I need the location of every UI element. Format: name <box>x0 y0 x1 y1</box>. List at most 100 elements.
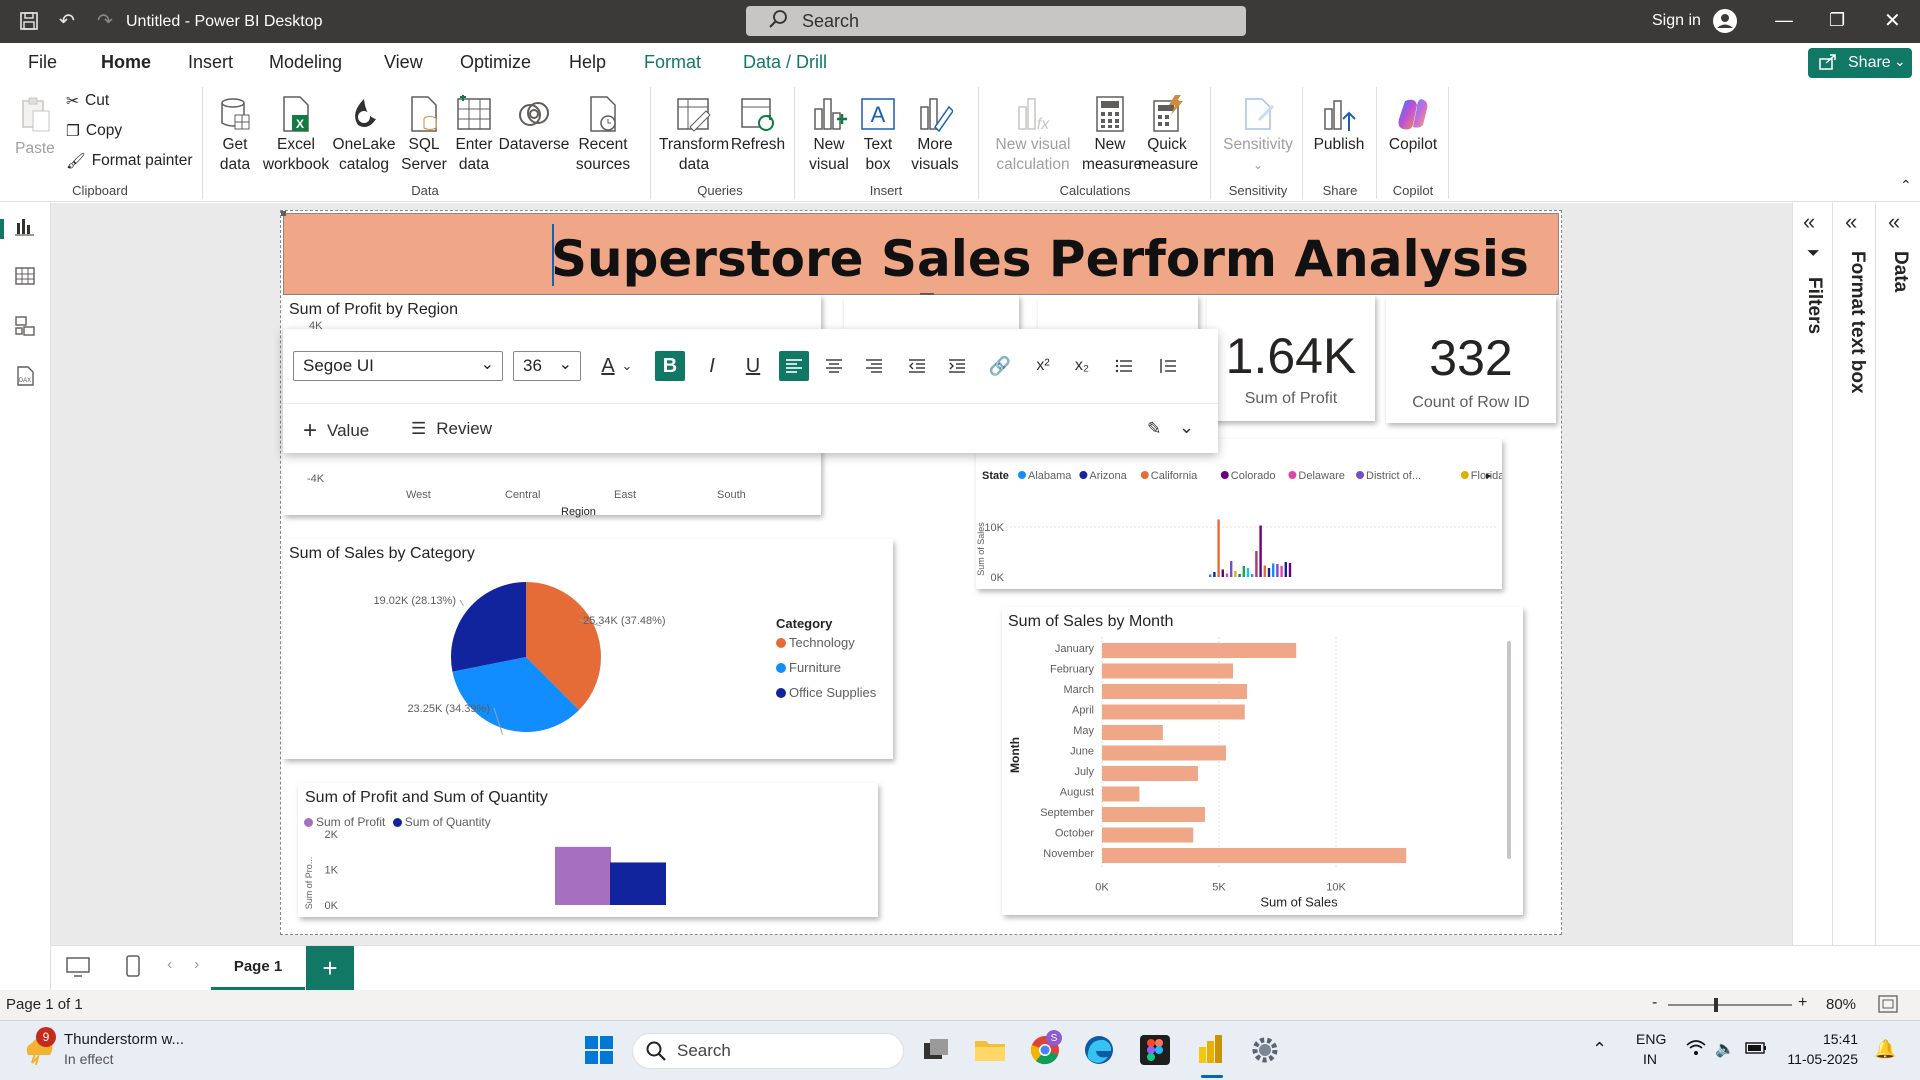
bullet-list-button[interactable] <box>1109 351 1139 381</box>
legend-item[interactable]: Furniture <box>776 660 841 675</box>
weather-title[interactable]: Thunderstorm w... <box>64 1031 184 1048</box>
enter-data-button[interactable]: Enter data <box>450 95 498 175</box>
dataverse-button[interactable]: Dataverse <box>498 95 570 155</box>
format-pane-label[interactable]: Format text box <box>1846 251 1868 394</box>
language-indicator[interactable]: ENG <box>1636 1031 1666 1047</box>
show-hidden-icons[interactable]: ⌃ <box>1592 1039 1607 1060</box>
onelake-catalog-button[interactable]: OneLake catalog <box>330 95 398 175</box>
scrollbar[interactable] <box>1507 641 1511 859</box>
legend-item[interactable]: Office Supplies <box>776 685 876 700</box>
report-title[interactable]: Superstore Sales Perform Analysis <box>551 230 1529 288</box>
page-tab[interactable]: Page 1 <box>211 946 305 990</box>
bold-button[interactable]: B <box>655 351 685 381</box>
align-center-button[interactable] <box>819 351 849 381</box>
close-button[interactable]: ✕ <box>1884 8 1901 33</box>
tab-insert[interactable]: Insert <box>188 52 233 73</box>
profit-and-quantity-visual[interactable]: Sum of Profit and Sum of Quantity Sum of… <box>298 783 878 917</box>
notifications-icon[interactable]: 🔔 <box>1874 1039 1896 1060</box>
settings-icon[interactable] <box>1250 1035 1280 1070</box>
search-input[interactable]: Search <box>746 6 1246 36</box>
chevron-down-icon[interactable]: ⌄ <box>1179 417 1194 438</box>
spellcheck-icon[interactable]: ✎ <box>1147 419 1161 439</box>
tab-help[interactable]: Help <box>569 52 606 73</box>
sales-by-month-visual[interactable]: Sum of Sales by Month 0K 5K 10K January Febr… <box>1002 607 1523 915</box>
restore-button[interactable]: ❐ <box>1829 10 1845 31</box>
file-explorer-icon[interactable] <box>974 1037 1006 1068</box>
resize-handle[interactable] <box>281 211 286 216</box>
account-icon[interactable] <box>1712 8 1738 39</box>
expand-data-icon[interactable]: « <box>1888 209 1900 235</box>
tab-format[interactable]: Format <box>644 52 701 73</box>
align-right-button[interactable] <box>859 351 889 381</box>
minimize-button[interactable]: — <box>1775 10 1793 31</box>
paste-button[interactable]: Paste <box>14 95 56 159</box>
add-value-button[interactable]: + Value <box>303 417 369 445</box>
filters-pane-label[interactable]: Filters <box>1803 277 1825 334</box>
wifi-icon[interactable] <box>1686 1040 1706 1061</box>
sales-by-state-visual[interactable]: State Alabama Arizona California Colorado Del… <box>976 439 1505 589</box>
format-painter-button[interactable]: 🖌 Format painter <box>66 152 192 171</box>
clock-time[interactable]: 15:41 <box>1796 1031 1858 1047</box>
profit-kpi-card[interactable]: 1.64K Sum of Profit <box>1207 295 1375 421</box>
next-page-icon[interactable]: › <box>194 956 199 974</box>
model-view-icon[interactable] <box>14 315 36 342</box>
zoom-slider[interactable] <box>1668 1004 1792 1006</box>
copy-button[interactable]: ❐ Copy <box>66 122 122 141</box>
link-icon[interactable]: 🔗 <box>985 351 1015 381</box>
sql-server-button[interactable]: SQL Server <box>398 95 450 175</box>
desktop-layout-icon[interactable] <box>65 956 91 983</box>
subscript-button[interactable]: x₂ <box>1067 351 1097 381</box>
tab-home[interactable]: Home <box>101 52 151 73</box>
expand-filters-icon[interactable]: « <box>1803 209 1815 235</box>
tab-view[interactable]: View <box>384 52 423 73</box>
recent-sources-button[interactable]: Recent sources <box>570 95 636 175</box>
expand-format-icon[interactable]: « <box>1845 209 1857 235</box>
report-title-textbox[interactable]: Superstore Sales Perform Analysis <box>281 211 1559 296</box>
cut-button[interactable]: ✂ Cut <box>66 92 109 111</box>
text-box-button[interactable]: A Text box <box>856 95 900 175</box>
italic-button[interactable]: I <box>697 351 727 381</box>
refresh-button[interactable]: Refresh <box>730 95 786 155</box>
decrease-indent-button[interactable] <box>902 351 932 381</box>
underline-button[interactable]: U <box>738 351 768 381</box>
sign-in-link[interactable]: Sign in <box>1652 12 1701 30</box>
align-left-button[interactable] <box>779 351 809 381</box>
table-view-icon[interactable] <box>14 265 36 292</box>
more-visuals-button[interactable]: More visuals <box>902 95 968 175</box>
share-button[interactable]: Share ⌄ <box>1808 48 1912 78</box>
sensitivity-button[interactable]: Sensitivity ⌄ <box>1218 95 1298 175</box>
power-bi-taskbar-icon[interactable] <box>1196 1033 1226 1070</box>
font-family-select[interactable]: Segoe UI ⌄ <box>293 351 503 381</box>
report-view-icon[interactable] <box>14 215 36 242</box>
edge-icon[interactable] <box>1084 1035 1114 1070</box>
transform-data-button[interactable]: Transform data <box>656 95 732 175</box>
data-pane-label[interactable]: Data <box>1889 251 1911 292</box>
dax-query-view-icon[interactable]: DAX <box>14 365 36 392</box>
collapse-ribbon-icon[interactable]: ⌃ <box>1900 177 1912 194</box>
fit-to-page-icon[interactable] <box>1878 995 1898 1017</box>
sales-by-category-visual[interactable]: Sum of Sales by Category 25.34K (37.48%)… <box>283 539 893 759</box>
tab-modeling[interactable]: Modeling <box>269 52 342 73</box>
new-visual-calculation-button[interactable]: fx New visual calculation <box>984 95 1082 175</box>
redo-icon[interactable]: ↷ <box>92 8 118 34</box>
quick-measure-button[interactable]: Quick measure <box>1138 95 1198 175</box>
numbered-list-button[interactable] <box>1153 351 1183 381</box>
get-data-button[interactable]: Get data <box>208 95 262 175</box>
chevron-down-icon[interactable]: ⌄ <box>619 351 635 381</box>
review-button[interactable]: ☰ Review <box>411 419 492 439</box>
zoom-slider-thumb[interactable] <box>1714 998 1718 1012</box>
undo-icon[interactable]: ↶ <box>54 8 80 34</box>
mobile-layout-icon[interactable] <box>125 954 141 983</box>
excel-workbook-button[interactable]: X Excel workbook <box>262 95 330 175</box>
add-page-button[interactable]: + <box>306 946 354 990</box>
row-count-kpi-card[interactable]: 332 Count of Row ID <box>1386 295 1556 423</box>
increase-indent-button[interactable] <box>942 351 972 381</box>
task-view-icon[interactable] <box>922 1037 950 1068</box>
volume-icon[interactable]: 🔈 <box>1715 1039 1735 1059</box>
zoom-out-button[interactable]: - <box>1652 994 1657 1012</box>
new-visual-button[interactable]: New visual <box>804 95 854 175</box>
battery-icon[interactable] <box>1745 1041 1767 1060</box>
save-icon[interactable] <box>16 8 42 34</box>
start-button[interactable] <box>584 1035 614 1070</box>
figma-icon[interactable] <box>1140 1035 1170 1070</box>
